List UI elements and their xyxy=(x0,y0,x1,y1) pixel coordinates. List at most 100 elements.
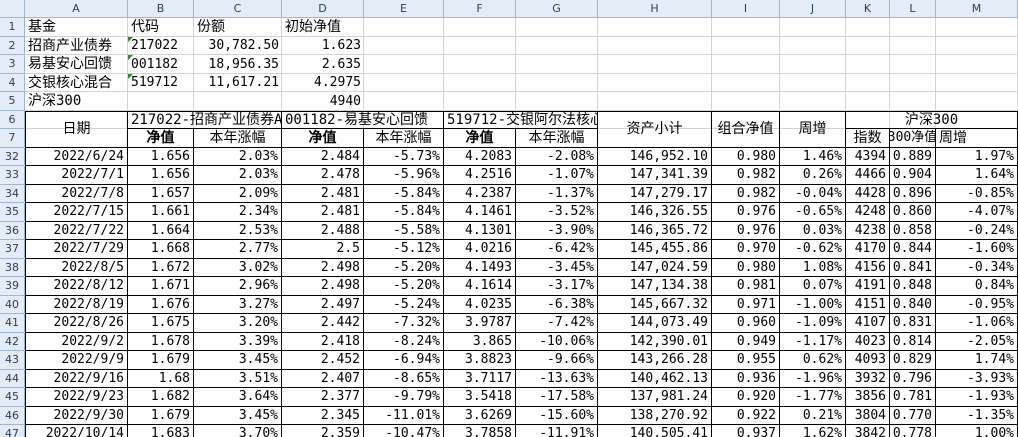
row-header[interactable]: 2 xyxy=(0,36,25,55)
fund3-ytd-cell[interactable]: -3.17% xyxy=(516,277,598,296)
grid-cell[interactable] xyxy=(516,18,598,37)
weekly-change-cell[interactable]: 0.07% xyxy=(780,277,846,296)
grid-cell[interactable] xyxy=(364,73,444,92)
grid-cell[interactable] xyxy=(712,73,780,92)
fund1-nav-cell[interactable]: 1.675 xyxy=(128,314,194,333)
row-header[interactable]: 35 xyxy=(0,203,25,222)
fund3-nav-cell[interactable]: 3.6269 xyxy=(444,406,516,425)
fund3-nav-cell[interactable]: 4.1614 xyxy=(444,277,516,296)
fund3-nav-cell[interactable]: 3.5418 xyxy=(444,388,516,407)
fund2-nav-cell[interactable]: 2.481 xyxy=(282,184,364,203)
date-cell[interactable]: 2022/9/16 xyxy=(25,369,128,388)
grid-cell[interactable] xyxy=(128,92,194,111)
fund-code-cell[interactable]: 001182 xyxy=(128,55,194,74)
column-header-C[interactable]: C xyxy=(194,0,282,18)
fund2-nav-cell[interactable]: 2.484 xyxy=(282,147,364,166)
fund1-nav-cell[interactable]: 1.664 xyxy=(128,221,194,240)
date-cell[interactable]: 2022/8/26 xyxy=(25,314,128,333)
hs300-header[interactable]: 沪深300 xyxy=(846,110,1018,129)
fund2-ytd-cell[interactable]: -5.20% xyxy=(364,258,444,277)
summary-header[interactable]: 份额 xyxy=(194,18,282,37)
hs300-index-cell[interactable]: 4170 xyxy=(846,240,890,259)
fund2-nav-cell[interactable]: 2.488 xyxy=(282,221,364,240)
hs300-index-cell[interactable]: 4466 xyxy=(846,166,890,185)
fund1-nav-cell[interactable]: 1.672 xyxy=(128,258,194,277)
weekly-change-cell[interactable]: -1.17% xyxy=(780,332,846,351)
fund1-ytd-cell[interactable]: 3.27% xyxy=(194,295,282,314)
combined-nav-cell[interactable]: 0.970 xyxy=(712,240,780,259)
fund3-ytd-cell[interactable]: -3.90% xyxy=(516,221,598,240)
row-header[interactable]: 5 xyxy=(0,92,25,111)
assets-cell[interactable]: 146,365.72 xyxy=(598,221,712,240)
fund2-nav-cell[interactable]: 2.407 xyxy=(282,369,364,388)
grid-cell[interactable] xyxy=(890,36,936,55)
fund-name-cell[interactable]: 易基安心回馈 xyxy=(25,55,128,74)
hs300-weekly-cell[interactable]: 1.64% xyxy=(936,166,1018,185)
nav-subheader[interactable]: 净值 xyxy=(282,129,364,148)
grid-cell[interactable] xyxy=(936,18,1018,37)
column-header-J[interactable]: J xyxy=(780,0,846,18)
fund1-ytd-cell[interactable]: 2.09% xyxy=(194,184,282,203)
grid-cell[interactable] xyxy=(444,73,516,92)
hs300-nav-cell[interactable]: 0.889 xyxy=(890,147,936,166)
weekly-change-cell[interactable]: 1.46% xyxy=(780,147,846,166)
hs300-weekly-cell[interactable]: -3.93% xyxy=(936,369,1018,388)
combined-nav-cell[interactable]: 0.937 xyxy=(712,425,780,437)
fund3-nav-cell[interactable]: 4.1493 xyxy=(444,258,516,277)
hs300-weekly-cell[interactable]: -1.06% xyxy=(936,314,1018,333)
hs300-nav-cell[interactable]: 0.796 xyxy=(890,369,936,388)
summary-header[interactable]: 初始净值 xyxy=(282,18,364,37)
fund3-ytd-cell[interactable]: -15.60% xyxy=(516,406,598,425)
fund1-nav-cell[interactable]: 1.661 xyxy=(128,203,194,222)
row-header[interactable]: 41 xyxy=(0,314,25,333)
row-header[interactable]: 38 xyxy=(0,258,25,277)
grid-cell[interactable] xyxy=(936,36,1018,55)
grid-cell[interactable] xyxy=(780,92,846,111)
fund1-ytd-cell[interactable]: 3.51% xyxy=(194,369,282,388)
hs300-index-cell[interactable]: 4156 xyxy=(846,258,890,277)
grid-cell[interactable] xyxy=(780,73,846,92)
fund2-ytd-cell[interactable]: -8.24% xyxy=(364,332,444,351)
assets-cell[interactable]: 147,341.39 xyxy=(598,166,712,185)
weekly-change-cell[interactable]: -1.00% xyxy=(780,295,846,314)
fund2-nav-cell[interactable]: 2.5 xyxy=(282,240,364,259)
fund2-nav-cell[interactable]: 2.478 xyxy=(282,166,364,185)
combined-nav-cell[interactable]: 0.976 xyxy=(712,221,780,240)
column-header-K[interactable]: K xyxy=(846,0,890,18)
assets-cell[interactable]: 146,326.55 xyxy=(598,203,712,222)
grid-cell[interactable] xyxy=(846,18,890,37)
column-header-D[interactable]: D xyxy=(282,0,364,18)
combined-nav-cell[interactable]: 0.922 xyxy=(712,406,780,425)
fund2-ytd-cell[interactable]: -10.47% xyxy=(364,425,444,437)
combined-nav-cell[interactable]: 0.949 xyxy=(712,332,780,351)
assets-cell[interactable]: 138,270.92 xyxy=(598,406,712,425)
ytd-subheader[interactable]: 本年涨幅 xyxy=(194,129,282,148)
fund3-nav-cell[interactable]: 4.1301 xyxy=(444,221,516,240)
grid-cell[interactable] xyxy=(194,92,282,111)
summary-header[interactable]: 代码 xyxy=(128,18,194,37)
row-header[interactable]: 4 xyxy=(0,73,25,92)
fund-initial-nav-cell[interactable]: 2.635 xyxy=(282,55,364,74)
ytd-subheader[interactable]: 本年涨幅 xyxy=(364,129,444,148)
fund3-nav-cell[interactable]: 4.0235 xyxy=(444,295,516,314)
row-header[interactable]: 3 xyxy=(0,55,25,74)
combined-nav-cell[interactable]: 0.976 xyxy=(712,203,780,222)
hs300-index-cell[interactable]: 4151 xyxy=(846,295,890,314)
hs300-nav-cell[interactable]: 0.858 xyxy=(890,221,936,240)
fund2-nav-cell[interactable]: 2.498 xyxy=(282,258,364,277)
fund2-ytd-cell[interactable]: -5.84% xyxy=(364,184,444,203)
column-header-F[interactable]: F xyxy=(444,0,516,18)
weekly-change-header[interactable]: 周增 xyxy=(780,110,846,148)
row-header[interactable]: 32 xyxy=(0,147,25,166)
fund2-nav-cell[interactable]: 2.481 xyxy=(282,203,364,222)
date-header[interactable]: 日期 xyxy=(25,110,128,148)
hs300-weekly-cell[interactable]: 0.84% xyxy=(936,277,1018,296)
weekly-change-cell[interactable]: 0.03% xyxy=(780,221,846,240)
weekly-change-cell[interactable]: 1.08% xyxy=(780,258,846,277)
grid-cell[interactable] xyxy=(780,18,846,37)
grid-cell[interactable] xyxy=(364,55,444,74)
fund3-ytd-cell[interactable]: -10.06% xyxy=(516,332,598,351)
fund3-nav-cell[interactable]: 3.8823 xyxy=(444,351,516,370)
date-cell[interactable]: 2022/9/2 xyxy=(25,332,128,351)
fund1-ytd-cell[interactable]: 2.03% xyxy=(194,166,282,185)
